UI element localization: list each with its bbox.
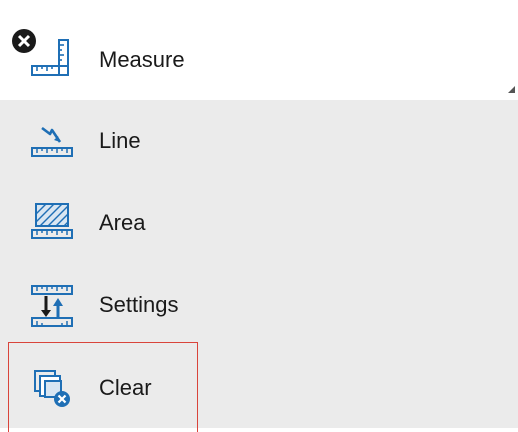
resize-grip-icon[interactable]	[508, 86, 515, 93]
line-measure-icon	[31, 126, 73, 157]
measure-title: Measure	[99, 47, 185, 72]
clear-measure-icon	[34, 370, 70, 407]
menu-item-label: Line	[99, 128, 141, 153]
menu-item-line[interactable]: Line	[0, 100, 518, 182]
menu-item-label: Clear	[99, 375, 152, 400]
menu-item-label: Area	[99, 210, 146, 235]
menu-item-label: Settings	[99, 292, 179, 317]
menu-item-clear[interactable]: Clear	[8, 342, 198, 432]
measure-menu: Line Area Settings Clear	[0, 100, 518, 432]
menu-item-settings[interactable]: Settings	[0, 264, 518, 346]
menu-item-area[interactable]: Area	[0, 182, 518, 264]
area-measure-icon	[31, 203, 73, 239]
close-icon[interactable]	[11, 28, 37, 54]
settings-measure-icon	[31, 285, 73, 327]
measure-header[interactable]: Measure	[0, 0, 518, 100]
